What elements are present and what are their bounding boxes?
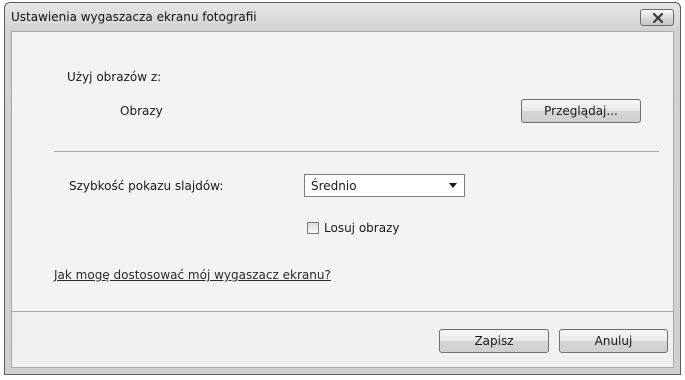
source-label: Użyj obrazów z:: [67, 70, 162, 84]
close-icon: [652, 13, 664, 23]
source-folder-value: Obrazy: [120, 104, 163, 118]
help-link[interactable]: Jak mogę dostosować mój wygaszacz ekranu…: [54, 268, 331, 282]
separator: [54, 151, 659, 152]
window-title: Ustawienia wygaszacza ekranu fotografii: [11, 10, 257, 24]
dialog-footer: Zapisz Anuluj: [11, 312, 674, 368]
shuffle-checkbox[interactable]: [307, 222, 319, 234]
dialog-content: Użyj obrazów z: Obrazy Przeglądaj... Szy…: [11, 31, 674, 312]
slideshow-speed-value: Średnio: [311, 179, 357, 193]
save-button[interactable]: Zapisz: [439, 329, 549, 353]
browse-button[interactable]: Przeglądaj...: [521, 99, 641, 123]
slideshow-speed-select[interactable]: Średnio: [304, 174, 465, 197]
shuffle-label[interactable]: Losuj obrazy: [324, 221, 399, 235]
dialog-window: Ustawienia wygaszacza ekranu fotografii …: [4, 2, 681, 375]
slideshow-speed-label: Szybkość pokazu slajdów:: [69, 179, 224, 193]
chevron-down-icon: [449, 183, 457, 188]
close-button[interactable]: [640, 9, 674, 26]
cancel-button[interactable]: Anuluj: [559, 329, 668, 353]
title-bar[interactable]: Ustawienia wygaszacza ekranu fotografii: [5, 3, 680, 31]
